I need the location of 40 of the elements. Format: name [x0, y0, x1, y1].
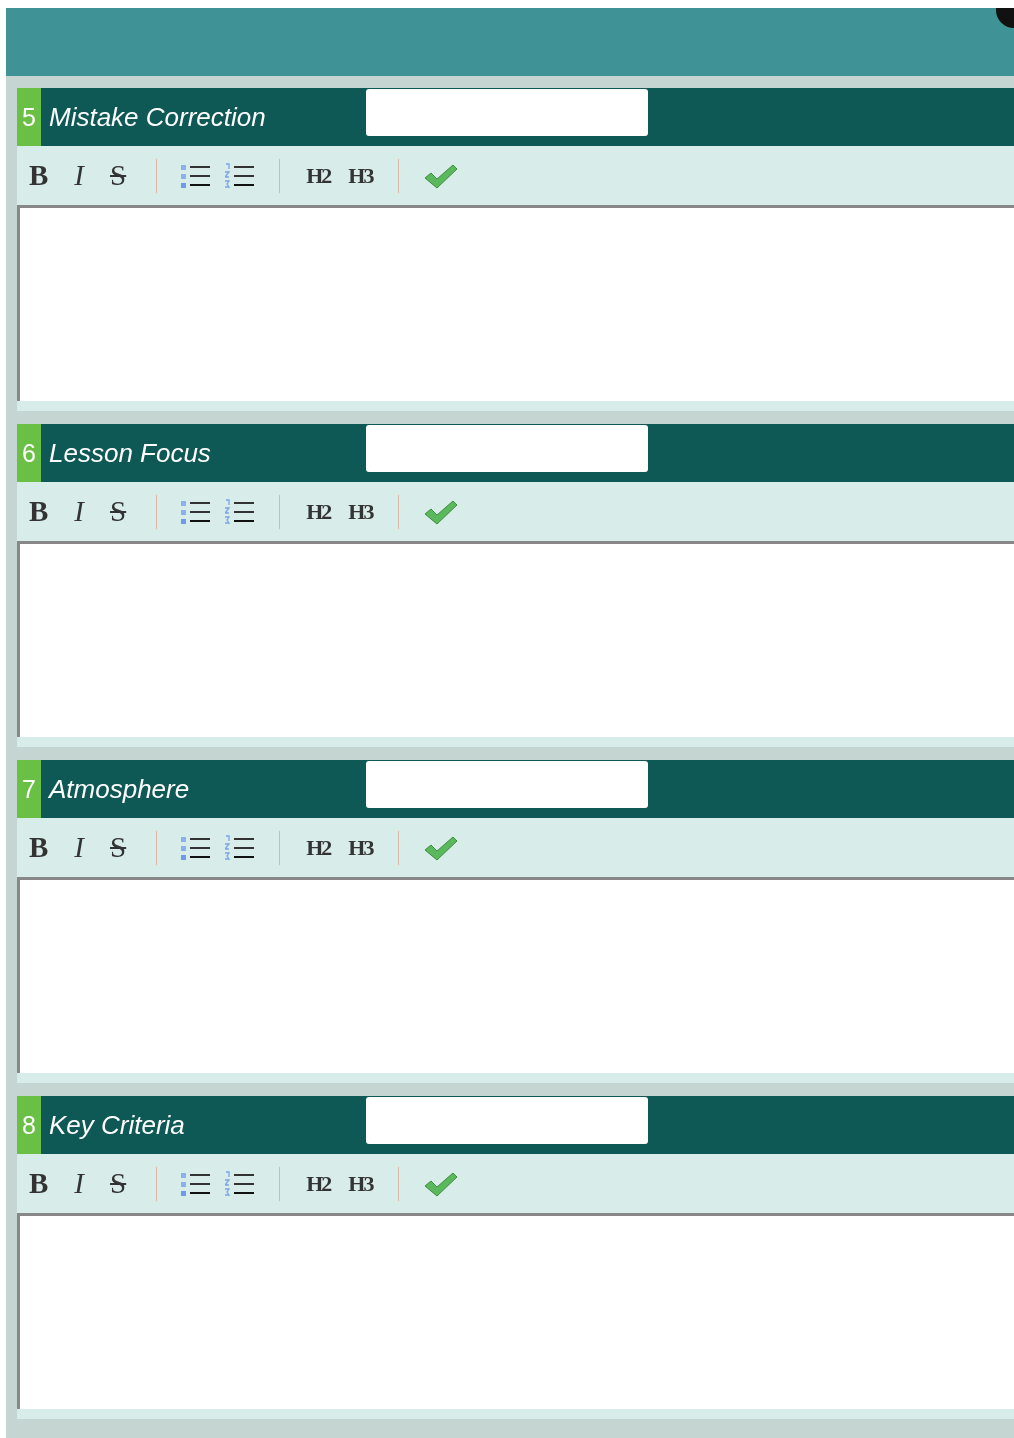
bold-button[interactable]: B [23, 1167, 55, 1200]
section-number: 5 [17, 88, 41, 146]
strikethrough-button[interactable]: S [104, 159, 133, 192]
section-title: Lesson Focus [48, 437, 212, 469]
heading-button[interactable]: H2 [304, 162, 333, 189]
italic-button[interactable]: I [68, 159, 90, 192]
section-title: Atmosphere [47, 773, 191, 805]
bulleted-list-icon[interactable] [181, 1170, 212, 1197]
strikethrough-button[interactable]: S [104, 1167, 133, 1200]
numbered-list-icon[interactable] [225, 162, 256, 189]
bulleted-list-icon[interactable] [181, 162, 212, 189]
bulleted-list-icon[interactable] [181, 834, 212, 861]
section-number: 8 [17, 1096, 41, 1154]
heading-button[interactable]: H3 [346, 162, 375, 189]
bold-button[interactable]: B [23, 159, 55, 192]
heading-button[interactable]: H3 [346, 498, 375, 525]
title-input[interactable] [366, 88, 648, 136]
heading-button[interactable]: H2 [304, 498, 333, 525]
bold-button[interactable]: B [23, 495, 55, 528]
italic-button[interactable]: I [68, 495, 90, 528]
bold-button[interactable]: B [23, 831, 55, 864]
strikethrough-button[interactable]: S [104, 831, 133, 864]
numbered-list-icon[interactable] [225, 1170, 256, 1197]
italic-button[interactable]: I [68, 831, 90, 864]
heading-button[interactable]: H3 [346, 834, 375, 861]
bulleted-list-icon[interactable] [181, 498, 212, 525]
italic-button[interactable]: I [68, 1167, 90, 1200]
numbered-list-icon[interactable] [225, 834, 256, 861]
section-title: Mistake Correction [48, 101, 267, 133]
heading-button[interactable]: H2 [304, 1170, 333, 1197]
title-input[interactable] [366, 424, 648, 472]
heading-button[interactable]: H2 [304, 834, 333, 861]
title-input[interactable] [366, 760, 648, 808]
section-title: Key Criteria [48, 1109, 186, 1141]
numbered-list-icon[interactable] [225, 498, 256, 525]
heading-button[interactable]: H3 [346, 1170, 375, 1197]
strikethrough-button[interactable]: S [104, 495, 133, 528]
section-number: 7 [17, 760, 41, 818]
section-number: 6 [17, 424, 41, 482]
title-input[interactable] [366, 1096, 648, 1144]
